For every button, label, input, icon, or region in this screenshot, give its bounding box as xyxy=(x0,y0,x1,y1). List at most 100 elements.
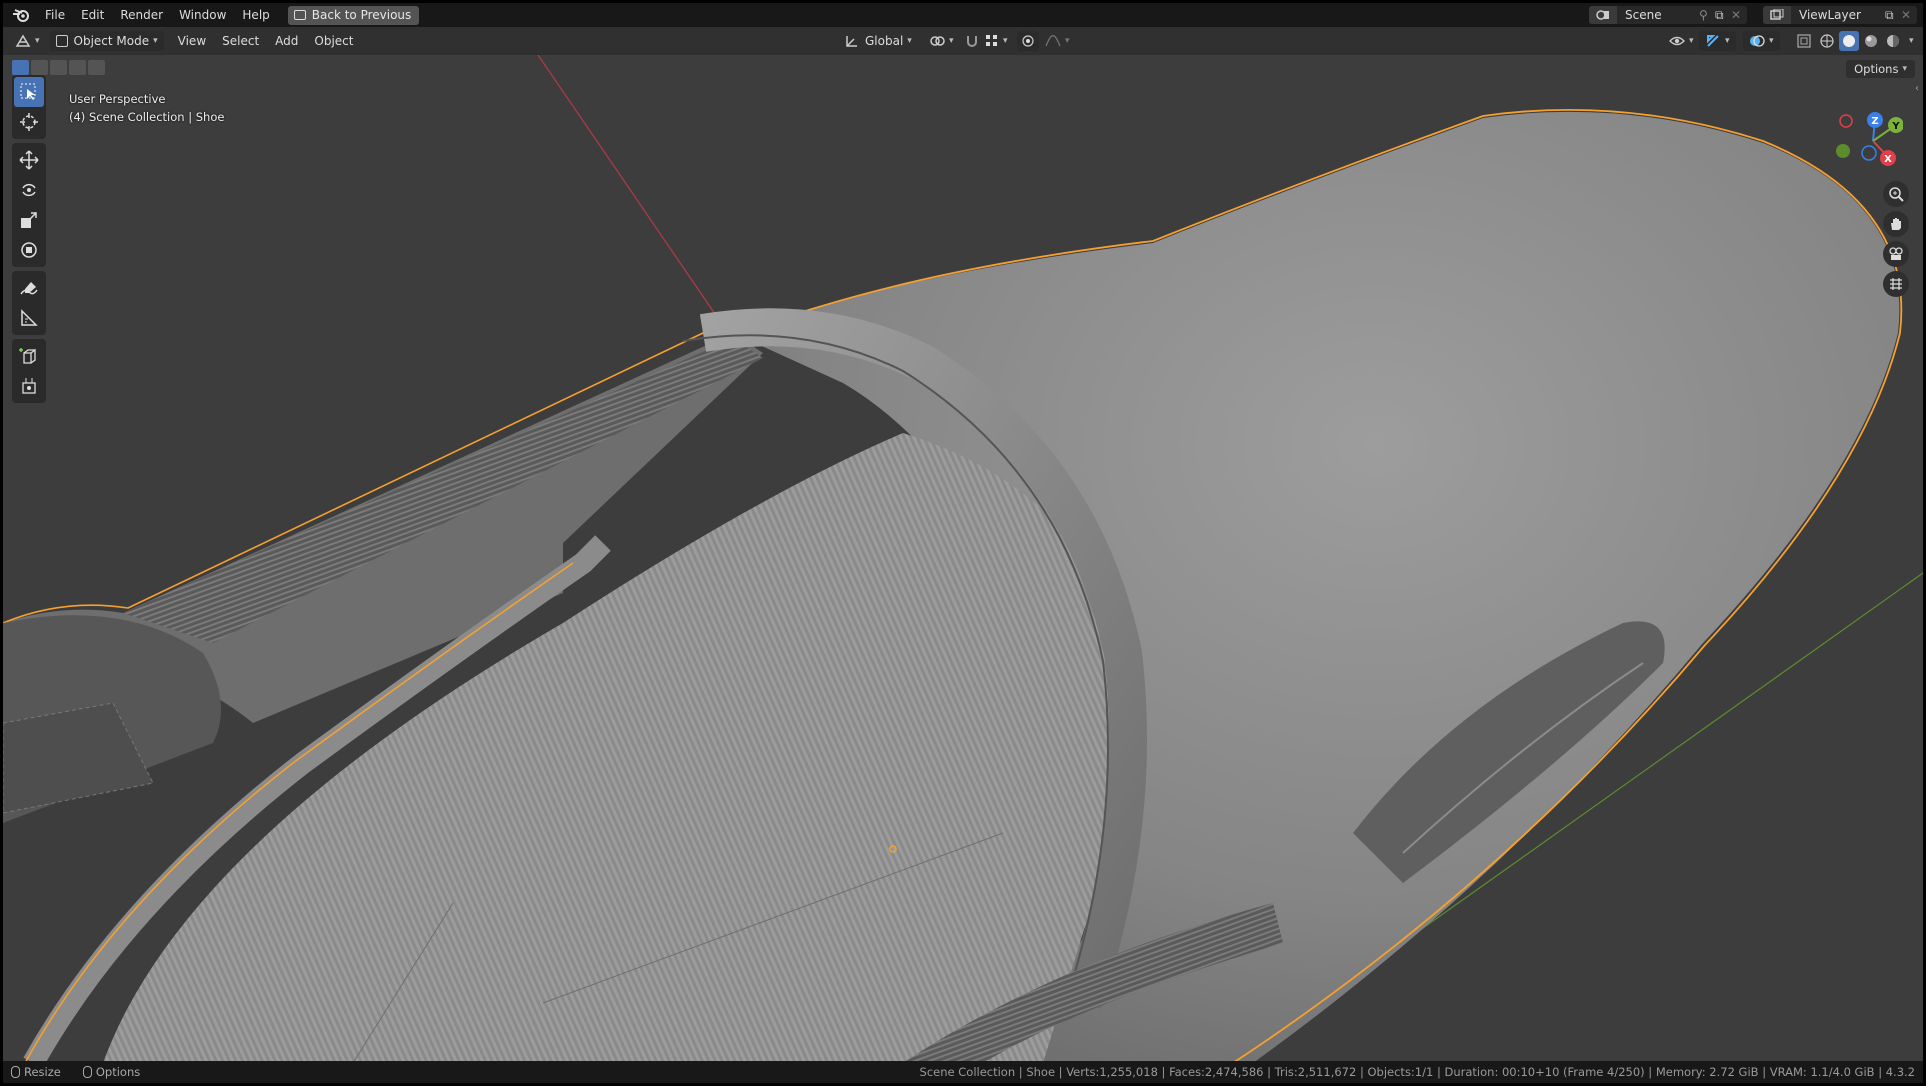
measure-tool-icon[interactable] xyxy=(14,303,44,333)
gizmo-toggle[interactable]: ▾ xyxy=(1699,31,1736,51)
mode-label: Object Mode xyxy=(73,34,150,48)
menu-select[interactable]: Select xyxy=(216,31,265,51)
back-icon xyxy=(293,10,306,20)
shading-options-icon[interactable]: ▾ xyxy=(1909,31,1914,51)
scene-name[interactable]: Scene xyxy=(1617,8,1699,22)
menu-file[interactable]: File xyxy=(37,3,73,27)
menu-help[interactable]: Help xyxy=(234,3,277,27)
annotate-tool-icon[interactable] xyxy=(14,273,44,303)
magnet-icon xyxy=(967,36,977,47)
blender-logo-icon[interactable] xyxy=(11,5,31,25)
transform-tool-icon[interactable] xyxy=(14,235,44,265)
wireframe-shading-icon[interactable] xyxy=(1817,31,1837,51)
overlays-icon xyxy=(1750,35,1765,47)
eye-selectability-icon xyxy=(1669,36,1685,46)
delete-view-layer-icon[interactable]: ✕ xyxy=(1901,8,1917,22)
neg-z-axis-icon xyxy=(1861,145,1877,161)
neg-y-axis-icon xyxy=(1836,144,1850,158)
view-layer-name[interactable]: ViewLayer xyxy=(1791,8,1885,22)
move-tool-icon[interactable] xyxy=(14,145,44,175)
menu-view[interactable]: View xyxy=(172,31,212,51)
back-to-previous-label: Back to Previous xyxy=(311,8,412,22)
pivot-point-selector[interactable]: ▾ xyxy=(923,31,960,51)
status-options: Options xyxy=(95,1065,141,1079)
material-shading-icon[interactable] xyxy=(1861,31,1881,51)
x-axis-line xyxy=(537,55,729,334)
ortho-grid-icon[interactable] xyxy=(1883,271,1909,297)
cursor-tool-icon[interactable] xyxy=(14,107,44,137)
viewport-header: ▾ Object Mode ▾ View Select Add Object G… xyxy=(3,27,1923,55)
mode-selector[interactable]: Object Mode ▾ xyxy=(49,31,164,51)
insole xyxy=(103,433,1128,1063)
selection-mode-group xyxy=(12,60,105,75)
navigation-gizmo[interactable]: Z Y X xyxy=(1833,105,1903,175)
new-scene-icon[interactable]: ⧉ xyxy=(1715,8,1731,23)
select-new-icon[interactable] xyxy=(12,60,29,75)
rendered-shading-icon[interactable] xyxy=(1883,31,1903,51)
overlays-toggle[interactable]: ▾ xyxy=(1743,31,1780,51)
camera-view-icon[interactable] xyxy=(1883,241,1909,267)
solid-shading-icon[interactable] xyxy=(1839,31,1859,51)
options-dropdown[interactable]: Options ▾ xyxy=(1846,60,1915,78)
select-invert-icon[interactable] xyxy=(69,60,86,75)
menu-edit[interactable]: Edit xyxy=(73,3,112,27)
orientation-icon xyxy=(846,36,857,47)
menu-object[interactable]: Object xyxy=(308,31,359,51)
proportional-editing-toggle[interactable] xyxy=(1017,31,1039,51)
transform-orientation-selector[interactable]: Global ▾ xyxy=(839,31,918,51)
menu-window[interactable]: Window xyxy=(171,3,234,27)
svg-text:Z: Z xyxy=(1871,116,1878,127)
rotate-tool-icon[interactable] xyxy=(14,175,44,205)
proportional-falloff-selector[interactable]: ▾ xyxy=(1039,31,1076,51)
visibility-selector[interactable]: ▾ xyxy=(1663,31,1700,51)
snap-target-selector[interactable]: ▾ xyxy=(979,31,1014,51)
scale-tool-icon[interactable] xyxy=(14,205,44,235)
3d-viewport[interactable]: User Perspective (4) Scene Collection | … xyxy=(3,55,1923,1063)
select-extend-icon[interactable] xyxy=(31,60,48,75)
status-resize: Resize xyxy=(24,1065,61,1079)
sidebar-toggle-icon[interactable]: ‹ xyxy=(1915,83,1919,94)
delete-scene-icon[interactable]: ✕ xyxy=(1731,8,1747,22)
view-layer-icon[interactable] xyxy=(1763,6,1791,24)
xray-toggle[interactable] xyxy=(1791,31,1817,51)
gizmo-icon xyxy=(1707,35,1719,47)
snap-grid-icon xyxy=(986,35,997,46)
new-view-layer-icon[interactable]: ⧉ xyxy=(1885,8,1901,23)
menu-add[interactable]: Add xyxy=(269,31,304,51)
top-menu-bar: File Edit Render Window Help Back to Pre… xyxy=(3,3,1923,27)
zoom-icon[interactable] xyxy=(1883,181,1909,207)
neg-x-axis-icon xyxy=(1839,114,1853,128)
select-subtract-icon[interactable] xyxy=(50,60,67,75)
object-mode-icon xyxy=(55,35,68,47)
proportional-icon xyxy=(1022,35,1034,47)
select-box-tool-icon[interactable] xyxy=(14,77,44,107)
editor-type-icon xyxy=(15,34,31,47)
svg-text:Y: Y xyxy=(1891,121,1900,132)
menu-render[interactable]: Render xyxy=(112,3,171,27)
shading-mode-group: ▾ xyxy=(1817,31,1914,51)
select-intersect-icon[interactable] xyxy=(88,60,105,75)
pan-hand-icon[interactable] xyxy=(1883,211,1909,237)
falloff-icon xyxy=(1045,35,1061,47)
svg-text:X: X xyxy=(1884,154,1892,165)
editor-type-selector[interactable]: ▾ xyxy=(9,31,46,51)
pin-icon[interactable]: ⚲ xyxy=(1699,8,1715,22)
scene-icon[interactable] xyxy=(1589,6,1617,24)
add-cube-tool-icon[interactable] xyxy=(14,341,44,371)
mouse-left-icon xyxy=(11,1066,20,1078)
viewport-scene xyxy=(3,55,1923,1063)
add-object-tool-icon[interactable] xyxy=(14,371,44,401)
orientation-label: Global xyxy=(865,34,904,48)
tool-shelf xyxy=(12,75,46,407)
collection-label: (4) Scene Collection | Shoe xyxy=(69,110,225,124)
blender-window: File Edit Render Window Help Back to Pre… xyxy=(3,3,1923,1083)
options-label: Options xyxy=(1854,62,1899,76)
scene-statistics: Scene Collection | Shoe | Verts:1,255,01… xyxy=(919,1065,1915,1079)
perspective-label: User Perspective xyxy=(69,92,166,106)
status-bar: Resize Options Scene Collection | Shoe |… xyxy=(3,1061,1923,1083)
pivot-icon xyxy=(930,36,945,46)
view-layer-selector[interactable]: ViewLayer ⧉ ✕ xyxy=(1763,6,1917,24)
scene-selector[interactable]: Scene ⚲ ⧉ ✕ xyxy=(1589,6,1747,24)
mouse-right-icon xyxy=(82,1066,92,1078)
back-to-previous-button[interactable]: Back to Previous xyxy=(287,5,420,25)
